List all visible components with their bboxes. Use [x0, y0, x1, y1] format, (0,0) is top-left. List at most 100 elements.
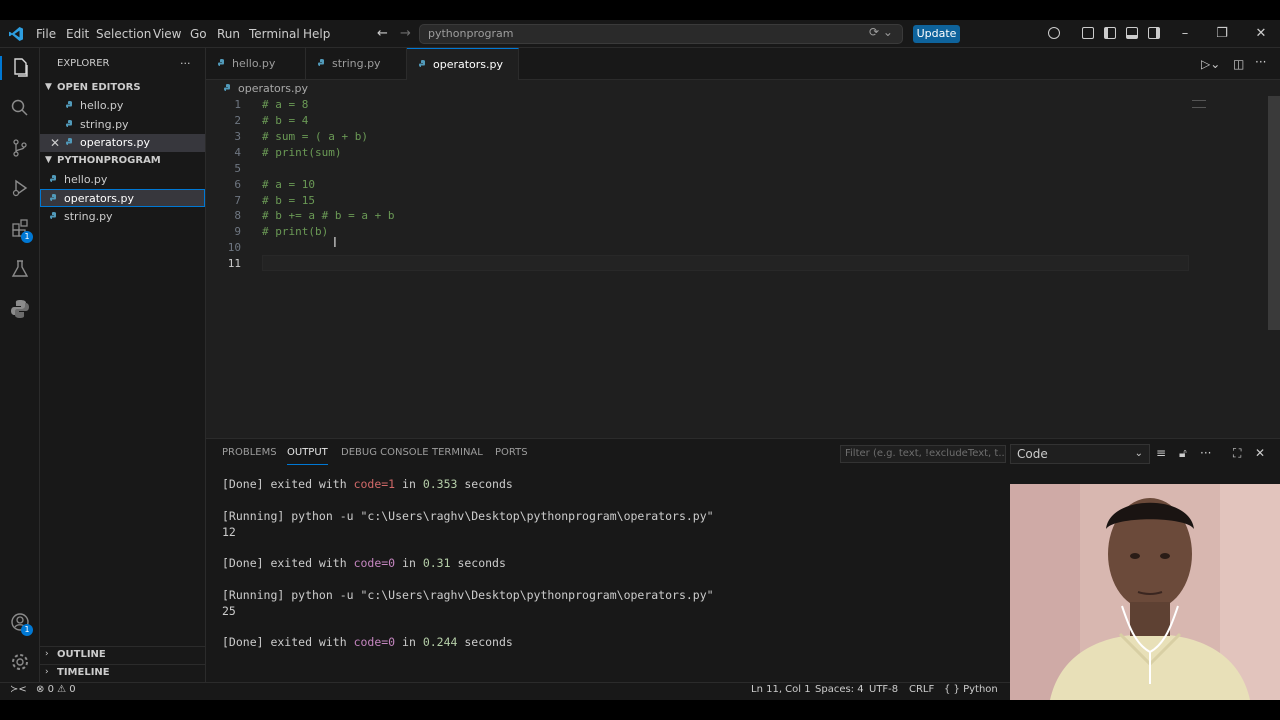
language-mode[interactable]: { } Python — [944, 684, 998, 695]
menu-help[interactable]: Help — [303, 20, 330, 48]
open-editor-item[interactable]: hello.py — [66, 99, 123, 112]
python-file-icon — [66, 138, 72, 145]
output-duration: 0.353 — [422, 477, 458, 491]
testing-icon[interactable] — [8, 257, 32, 281]
clear-output-icon[interactable]: ≡ — [1156, 446, 1166, 460]
file-label: hello.py — [64, 173, 108, 186]
code-line: # b = 4 — [262, 114, 309, 127]
copilot-chevron-icon[interactable]: ⟳ ⌄ — [869, 25, 893, 39]
file-item[interactable]: string.py — [50, 210, 113, 223]
tab-hello[interactable]: hello.py — [206, 48, 306, 80]
indentation[interactable]: Spaces: 4 — [815, 684, 864, 695]
tab-string[interactable]: string.py — [306, 48, 407, 80]
run-python-file-icon[interactable]: ▷⌄ — [1201, 57, 1220, 71]
output-channel-select[interactable]: Code ⌄ — [1010, 444, 1150, 464]
language-label: Python — [963, 684, 998, 695]
tab-label: string.py — [332, 57, 381, 70]
divider — [40, 664, 206, 665]
open-editor-item[interactable]: operators.py — [66, 136, 150, 149]
settings-gear-icon[interactable] — [8, 650, 32, 674]
code-line: # b += a # b = a + b — [262, 209, 395, 222]
close-panel-icon[interactable]: ✕ — [1255, 446, 1265, 460]
output-line: [Running] python -u "c:\Users\raghv\Desk… — [222, 509, 714, 523]
more-actions-icon[interactable]: ··· — [1200, 446, 1211, 460]
accounts-badge: 1 — [21, 624, 33, 636]
chevron-right-icon[interactable]: › — [45, 649, 49, 659]
search-icon[interactable] — [8, 96, 32, 120]
tab-terminal[interactable]: TERMINAL — [432, 447, 483, 465]
active-view-indicator — [0, 56, 2, 80]
folder-header[interactable]: PYTHONPROGRAM — [57, 155, 161, 166]
toggle-secondary-sidebar-icon[interactable] — [1148, 27, 1160, 39]
output-text: in — [395, 635, 423, 649]
remote-indicator-icon[interactable]: ≻< — [10, 684, 27, 695]
line-number: 11 — [227, 257, 241, 270]
output-exit-code: code=0 — [353, 556, 396, 570]
source-control-icon[interactable] — [8, 136, 32, 160]
cursor-position[interactable]: Ln 11, Col 1 — [751, 684, 811, 695]
toggle-primary-sidebar-icon[interactable] — [1104, 27, 1116, 39]
toggle-panel-icon[interactable] — [1126, 27, 1138, 39]
problems-indicator[interactable]: ⊗ 0 ⚠ 0 — [36, 684, 76, 695]
code-line: # b = 15 — [262, 194, 315, 207]
line-ending[interactable]: CRLF — [909, 684, 934, 695]
file-item[interactable]: operators.py — [50, 192, 134, 205]
run-debug-icon[interactable] — [8, 176, 32, 200]
output-filter-input[interactable]: Filter (e.g. text, !excludeText, t... — [840, 445, 1006, 463]
python-file-icon — [66, 120, 72, 127]
files-icon[interactable] — [8, 56, 32, 80]
copilot-icon[interactable] — [1048, 27, 1060, 39]
open-editors-header[interactable]: OPEN EDITORS — [57, 82, 141, 93]
line-number: 3 — [234, 130, 241, 143]
split-editor-icon[interactable]: ◫ — [1233, 57, 1244, 71]
menu-terminal[interactable]: Terminal — [249, 20, 300, 48]
maximize-panel-icon[interactable]: ⛶ — [1233, 446, 1241, 461]
python-file-icon — [419, 60, 425, 67]
python-file-icon — [50, 194, 56, 201]
close-editor-icon[interactable]: ✕ — [50, 136, 60, 150]
chevron-down-icon[interactable]: ▼ — [45, 82, 52, 92]
tab-ports[interactable]: PORTS — [495, 447, 528, 465]
output-text: seconds — [457, 635, 513, 649]
chevron-right-icon[interactable]: › — [45, 667, 49, 677]
code-line: # print(sum) — [262, 146, 342, 159]
customize-layout-icon[interactable] — [1082, 27, 1094, 39]
close-window-icon[interactable]: ✕ — [1246, 20, 1276, 48]
lock-scroll-icon[interactable]: 🔓︎ — [1179, 446, 1187, 461]
arrow-left-icon[interactable]: ← — [377, 26, 388, 41]
line-number: 6 — [234, 178, 241, 191]
command-center-search[interactable]: pythonprogram — [419, 24, 903, 44]
minimap[interactable] — [1192, 100, 1206, 108]
restore-icon[interactable]: ❐ — [1207, 20, 1237, 48]
code-line: # a = 10 — [262, 178, 315, 191]
explorer-more-icon[interactable]: ··· — [180, 57, 191, 70]
more-actions-icon[interactable]: ··· — [1255, 55, 1266, 69]
update-button[interactable]: Update — [913, 25, 960, 43]
minimize-icon[interactable]: – — [1170, 20, 1200, 48]
chevron-down-icon[interactable]: ▼ — [45, 155, 52, 165]
editor-scrollbar[interactable] — [1268, 96, 1280, 330]
current-line-highlight — [262, 255, 1189, 271]
output-duration: 0.244 — [422, 635, 458, 649]
menu-run[interactable]: Run — [217, 20, 240, 48]
menu-file[interactable]: File — [36, 20, 56, 48]
menu-go[interactable]: Go — [190, 20, 207, 48]
output-line: [Running] python -u "c:\Users\raghv\Desk… — [222, 588, 714, 602]
timeline-header[interactable]: TIMELINE — [57, 667, 110, 678]
menu-edit[interactable]: Edit — [66, 20, 89, 48]
file-item[interactable]: hello.py — [50, 173, 107, 186]
line-number: 7 — [234, 194, 241, 207]
menu-view[interactable]: View — [153, 20, 181, 48]
tab-operators[interactable]: operators.py ✕ — [407, 48, 519, 103]
tab-debug-console[interactable]: DEBUG CONSOLE — [341, 447, 429, 465]
tab-output[interactable]: OUTPUT — [287, 447, 328, 465]
open-editor-item[interactable]: string.py — [66, 118, 129, 131]
menu-selection[interactable]: Selection — [96, 20, 151, 48]
outline-header[interactable]: OUTLINE — [57, 649, 106, 660]
output-line: [Done] exited with code=0 in 0.244 secon… — [222, 635, 513, 649]
breadcrumb[interactable]: operators.py — [224, 82, 308, 95]
encoding[interactable]: UTF-8 — [869, 684, 898, 695]
tab-problems[interactable]: PROBLEMS — [222, 447, 277, 465]
arrow-right-icon[interactable]: → — [400, 26, 411, 41]
python-icon[interactable] — [8, 297, 32, 321]
